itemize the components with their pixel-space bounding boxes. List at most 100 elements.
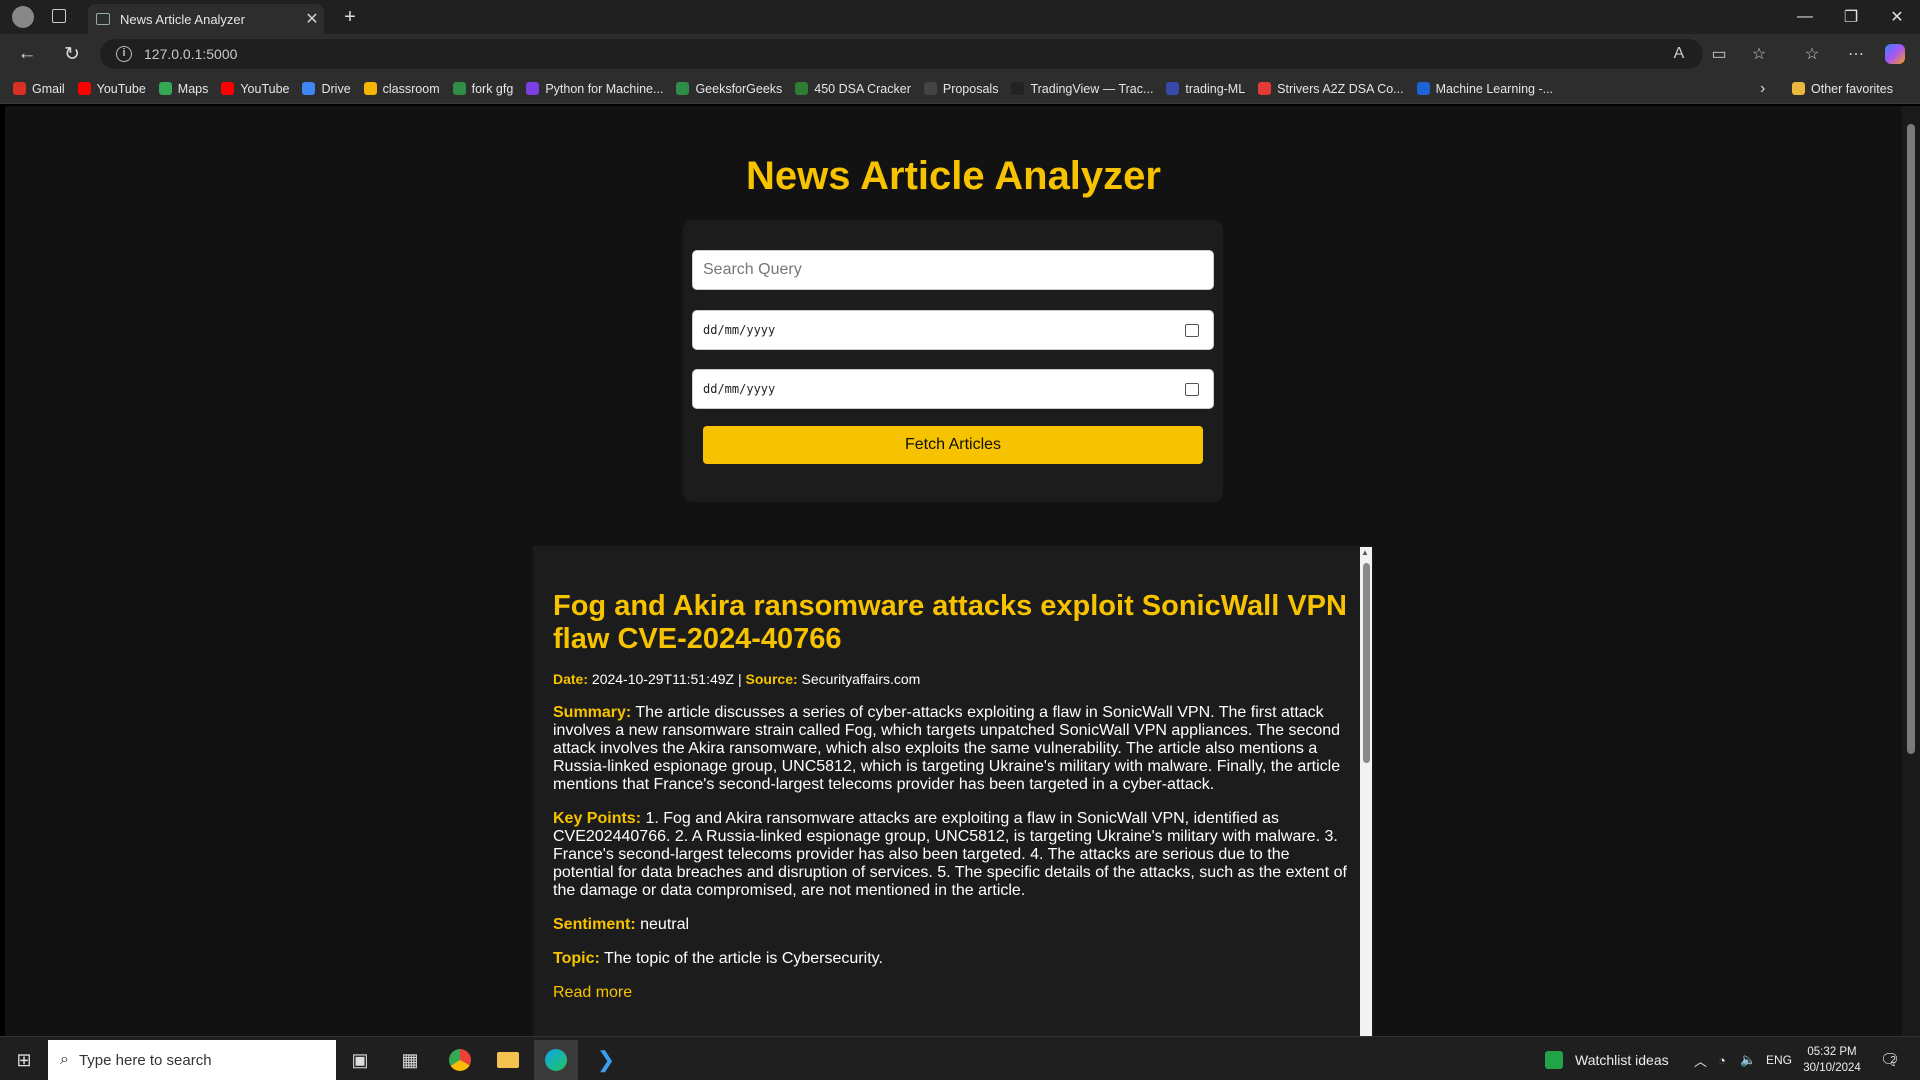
bookmark-label: Strivers A2Z DSA Co... (1277, 81, 1404, 96)
summary-label: Summary: (553, 704, 632, 721)
taskbar-search-placeholder: Type here to search (78, 1051, 212, 1069)
search-icon: ⌕ (60, 1051, 69, 1068)
date-from-placeholder: dd/mm/yyyy (703, 323, 776, 337)
page-viewport: News Article Analyzer Search Query dd/mm… (5, 106, 1902, 1036)
bookmark-item[interactable]: Drive (302, 82, 351, 96)
bookmark-label: Machine Learning -... (1435, 81, 1554, 96)
profile-avatar[interactable] (12, 6, 34, 28)
other-favorites-label: Other favorites (1811, 81, 1893, 96)
read-aloud-icon[interactable]: A (1666, 41, 1692, 67)
article-meta: Date: 2024-10-29T11:51:49Z | Source: Sec… (553, 670, 1353, 688)
bookmark-item[interactable]: fork gfg (452, 81, 514, 96)
tab-favicon-icon (96, 13, 110, 25)
windows-start-icon[interactable]: ⊞ (2, 1040, 46, 1080)
watchlist-label: Watchlist ideas (1575, 1052, 1669, 1068)
date-from-input[interactable]: dd/mm/yyyy (692, 310, 1214, 350)
edge-icon[interactable] (534, 1040, 578, 1080)
file-explorer-icon[interactable] (486, 1040, 530, 1080)
watchlist-widget[interactable]: Watchlist ideas (1545, 1040, 1669, 1080)
favorite-star-icon[interactable]: ☆ (1746, 41, 1772, 67)
bookmark-favicon-icon (923, 82, 937, 95)
bookmark-item[interactable]: YouTube (77, 81, 146, 96)
other-favorites[interactable]: Other favorites (1792, 82, 1893, 96)
summary-text: The article discusses a series of cyber-… (553, 704, 1341, 793)
bookmark-favicon-icon (795, 82, 809, 95)
bookmark-label: fork gfg (471, 81, 514, 96)
bookmark-item[interactable]: trading-ML (1166, 82, 1245, 96)
bookmark-label: TradingView — Trac... (1030, 81, 1154, 96)
article-sentiment: Sentiment: neutral (553, 916, 1353, 934)
date-to-input[interactable]: dd/mm/yyyy (692, 369, 1214, 409)
bookmark-label: classroom (382, 81, 440, 96)
article-card: Fog and Akira ransomware attacks exploit… (533, 546, 1373, 1036)
bookmark-item[interactable]: classroom (363, 81, 440, 96)
new-tab-icon[interactable]: + (338, 5, 362, 29)
copilot-icon[interactable] (1885, 44, 1905, 64)
language-indicator[interactable]: ENG (1766, 1040, 1792, 1080)
date-label: Date: (553, 671, 589, 687)
network-icon[interactable]: ◔ (1718, 1040, 1726, 1080)
read-more-link[interactable]: Read more (553, 984, 632, 1001)
date-to-placeholder: dd/mm/yyyy (703, 382, 776, 396)
bookmark-favicon-icon (158, 82, 172, 95)
article-source: Securityaffairs.com (801, 671, 921, 687)
meta-separator: | (737, 671, 742, 687)
search-input[interactable]: Search Query (692, 250, 1214, 290)
browser-tab[interactable]: News Article Analyzer ✕ (88, 4, 324, 34)
clock-time: 05:32 PM (1807, 1046, 1857, 1058)
close-window-icon[interactable]: ✕ (1874, 0, 1920, 34)
bookmark-item[interactable]: Strivers A2Z DSA Co... (1258, 81, 1404, 96)
favorites-icon[interactable]: ☆ (1799, 41, 1825, 67)
bookmark-item[interactable]: Python for Machine... (526, 82, 663, 96)
bookmark-item[interactable]: Maps (158, 82, 208, 96)
bookmarks-overflow-icon[interactable]: › (1760, 80, 1765, 98)
vscode-icon[interactable]: ❯ (584, 1040, 628, 1080)
bookmark-item[interactable]: 450 DSA Cracker (795, 82, 911, 96)
back-icon[interactable]: ← (12, 40, 42, 68)
notification-center-icon[interactable]: 🗨 2 (1880, 1040, 1900, 1080)
url-text: 127.0.0.1:5000 (144, 46, 238, 62)
topic-value: The topic of the article is Cybersecurit… (603, 950, 883, 967)
task-view-icon[interactable]: ▣ (338, 1040, 382, 1080)
article-scroll-thumb[interactable] (1363, 563, 1370, 763)
article-date: 2024-10-29T11:51:49Z (591, 671, 735, 687)
chrome-icon[interactable] (438, 1040, 482, 1080)
bookmark-item[interactable]: YouTube (221, 82, 289, 96)
bookmark-item[interactable]: Gmail (13, 82, 65, 96)
article-scrollbar[interactable]: ▲ (1360, 547, 1372, 1036)
article-title: Fog and Akira ransomware attacks exploit… (553, 590, 1347, 655)
more-icon[interactable]: ⋯ (1843, 41, 1869, 67)
bookmark-favicon-icon (526, 82, 540, 95)
sentiment-value: neutral (640, 916, 690, 933)
bookmark-label: YouTube (96, 81, 146, 96)
stocks-icon (1545, 1051, 1563, 1069)
bookmarks-bar: Gmail YouTube Maps YouTube Drive classroom for… (0, 74, 1920, 104)
page-scroll-thumb[interactable] (1907, 124, 1915, 754)
clock[interactable]: 05:32 PM 30/10/2024 (1800, 1040, 1864, 1080)
bookmark-item[interactable]: Proposals (923, 82, 998, 96)
calendar-icon[interactable] (1185, 382, 1199, 396)
refresh-icon[interactable]: ↻ (57, 40, 87, 68)
calculator-icon[interactable]: ▦ (388, 1040, 432, 1080)
bookmark-item[interactable]: GeeksforGeeks (676, 82, 782, 96)
site-info-icon[interactable]: i (116, 46, 132, 62)
bookmark-favicon-icon (676, 82, 690, 95)
tab-actions-icon[interactable] (52, 9, 66, 23)
bookmark-favicon-icon (221, 82, 235, 95)
fetch-articles-button[interactable]: Fetch Articles (703, 426, 1203, 464)
bookmark-item[interactable]: Machine Learning -... (1416, 81, 1554, 96)
bookmark-favicon-icon (1011, 82, 1025, 95)
bookmark-list: Gmail YouTube Maps YouTube Drive classroom for… (0, 82, 1553, 96)
immersive-reader-icon[interactable]: ▭ (1706, 41, 1732, 67)
tray-overflow-icon[interactable]: ︿ (1694, 1040, 1707, 1080)
address-bar[interactable]: i 127.0.0.1:5000 (100, 39, 1703, 69)
restore-icon[interactable]: ❐ (1828, 0, 1874, 34)
tab-close-icon[interactable]: ✕ (300, 9, 324, 29)
scroll-up-icon[interactable]: ▲ (1361, 548, 1369, 557)
page-scrollbar[interactable] (1902, 106, 1920, 1036)
calendar-icon[interactable] (1185, 323, 1199, 337)
bookmark-item[interactable]: TradingView — Trac... (1011, 82, 1153, 96)
volume-icon[interactable]: 🔈 (1740, 1040, 1756, 1080)
taskbar-search[interactable]: ⌕ Type here to search (48, 1040, 336, 1080)
minimize-icon[interactable]: — (1782, 0, 1828, 34)
